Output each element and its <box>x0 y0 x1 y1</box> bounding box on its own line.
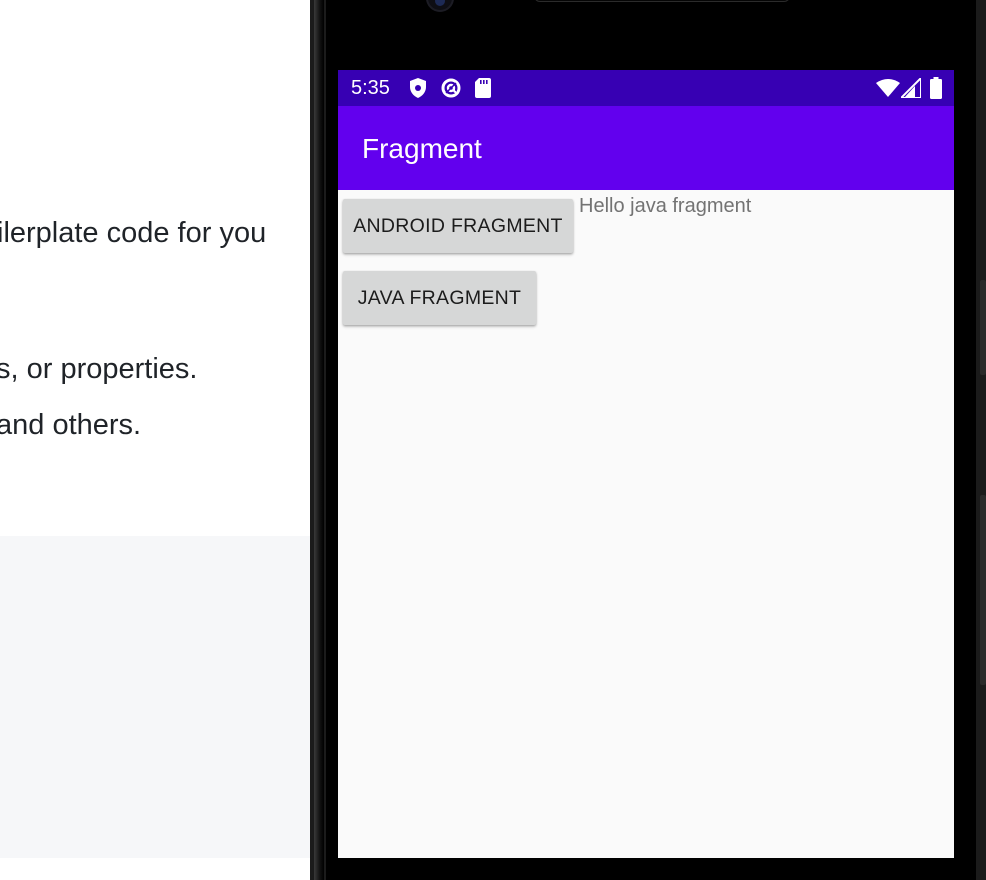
at-sign-icon <box>441 78 461 98</box>
app-bar: Fragment <box>338 106 954 190</box>
app-title: Fragment <box>362 133 482 164</box>
phone-screen: 5:35 Fragment ANDROID FRAGMENT Hello jav… <box>338 70 954 858</box>
cellular-signal-icon <box>901 78 921 98</box>
java-fragment-button[interactable]: JAVA FRAGMENT <box>343 271 536 325</box>
volume-button <box>980 280 986 375</box>
battery-icon <box>930 77 942 99</box>
background-text-line: ilerplate code for you <box>0 217 267 249</box>
sd-card-icon <box>475 78 491 98</box>
status-bar: 5:35 <box>338 70 954 106</box>
phone-edge <box>314 0 324 880</box>
fragment-text: Hello java fragment <box>579 195 752 217</box>
shield-icon <box>410 78 426 98</box>
android-fragment-button[interactable]: ANDROID FRAGMENT <box>343 199 573 253</box>
power-button <box>980 495 986 685</box>
background-text-line: s, or properties. <box>0 353 198 385</box>
wifi-icon <box>876 79 900 97</box>
status-time: 5:35 <box>351 77 390 99</box>
main-content: ANDROID FRAGMENT Hello java fragment JAV… <box>338 190 954 858</box>
earpiece-speaker <box>534 0 790 2</box>
front-camera-icon <box>426 0 454 12</box>
background-text-line: and others. <box>0 409 142 441</box>
